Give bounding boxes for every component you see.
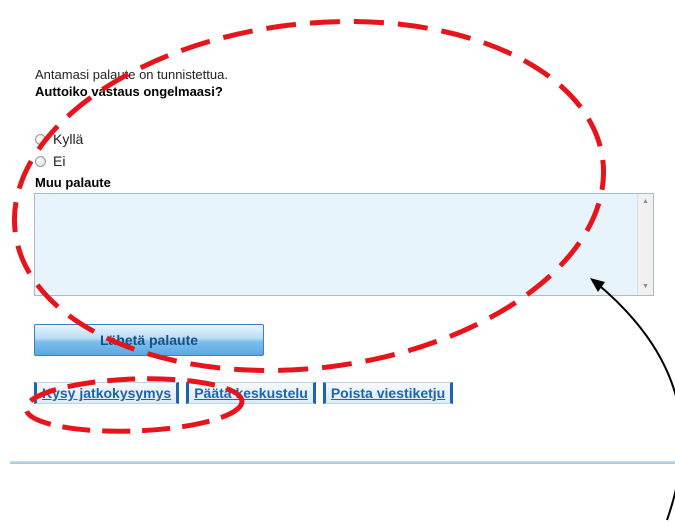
section-divider — [10, 461, 675, 464]
radio-yes[interactable] — [35, 133, 46, 145]
other-feedback-label: Muu palaute — [35, 175, 111, 190]
helpful-question: Auttoiko vastaus ongelmaasi? — [35, 84, 223, 99]
radio-no[interactable] — [35, 155, 46, 167]
radio-option-yes[interactable]: Kyllä — [35, 131, 83, 147]
other-feedback-textarea[interactable] — [35, 194, 638, 295]
send-feedback-button[interactable]: Lähetä palaute — [34, 324, 264, 356]
radio-no-label[interactable]: Ei — [53, 153, 65, 169]
action-links-bar: Kysy jatkokysymys Päätä keskustelu Poist… — [34, 382, 460, 404]
radio-option-no[interactable]: Ei — [35, 153, 65, 169]
feedback-recognized-text: Antamasi palaute on tunnistettua. — [35, 67, 228, 82]
scroll-up-arrow-icon[interactable]: ▲ — [638, 194, 653, 210]
textarea-scrollbar[interactable]: ▲ ▼ — [637, 194, 653, 295]
ask-follow-up-link[interactable]: Kysy jatkokysymys — [34, 382, 180, 404]
scroll-down-arrow-icon[interactable]: ▼ — [638, 279, 653, 295]
delete-thread-link[interactable]: Poista viestiketju — [322, 382, 454, 404]
curved-arrow-line — [593, 280, 675, 521]
end-conversation-link[interactable]: Päätä keskustelu — [186, 382, 316, 404]
other-feedback-textarea-container: ▲ ▼ — [34, 193, 654, 296]
radio-yes-label[interactable]: Kyllä — [53, 131, 83, 147]
